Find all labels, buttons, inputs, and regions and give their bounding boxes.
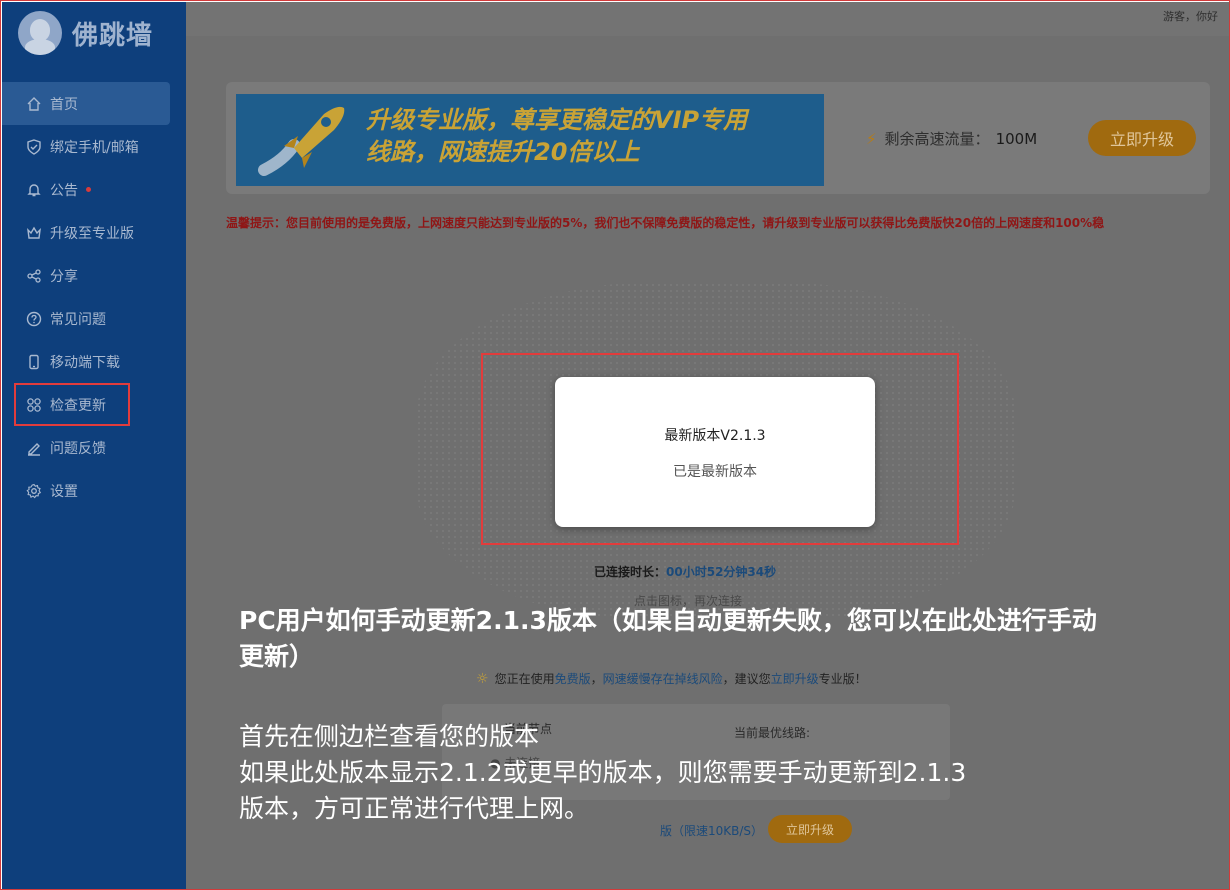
warning-tip: 温馨提示：您目前使用的是免费版，上网速度只能达到专业版的5%，我们也不保障免费版… xyxy=(226,216,1105,230)
sidebar-nav: 首页 绑定手机/邮箱 公告 升级至专业版 分享 常见问题 移动端下载 检查更新 … xyxy=(2,82,186,512)
brand[interactable]: 佛跳墙 xyxy=(18,10,153,56)
sidebar-item-mobile-download[interactable]: 移动端下载 xyxy=(2,340,186,383)
banner-headline: 升级专业版，尊享更稳定的VIP专用 线路，网速提升20倍以上 xyxy=(366,106,748,166)
connection-duration: 已连接时长：00小时52分钟34秒 xyxy=(594,565,777,579)
question-icon xyxy=(26,311,42,327)
sidebar-item-label: 设置 xyxy=(50,483,78,500)
brand-name: 佛跳墙 xyxy=(72,20,154,51)
sidebar-item-feedback[interactable]: 问题反馈 xyxy=(2,426,186,469)
sidebar-item-announcement[interactable]: 公告 xyxy=(2,168,186,211)
gear-icon xyxy=(26,483,42,499)
sidebar-item-label: 升级至专业版 xyxy=(50,225,134,242)
update-dialog[interactable]: 最新版本V2.1.3 已是最新版本 xyxy=(555,377,875,527)
caption-body: 首先在侧边栏查看您的版本 如果此处版本显示2.1.2或更早的版本，则您需要手动更… xyxy=(239,719,1119,827)
pen-icon xyxy=(26,440,42,456)
dialog-status-message: 已是最新版本 xyxy=(673,464,757,480)
monk-avatar-icon xyxy=(18,11,62,55)
sidebar-item-faq[interactable]: 常见问题 xyxy=(2,297,186,340)
sidebar-item-check-update[interactable]: 检查更新 xyxy=(14,383,130,426)
upgrade-button[interactable]: 立即升级 xyxy=(1088,120,1196,156)
lightning-icon: ⚡ xyxy=(866,129,877,148)
user-greeting[interactable]: 游客，你好 xyxy=(1163,8,1218,24)
sidebar-item-label: 检查更新 xyxy=(50,397,106,414)
bell-icon xyxy=(26,182,42,198)
sidebar: 佛跳墙 首页 绑定手机/邮箱 公告 升级至专业版 分享 常见问题 移动端下载 检… xyxy=(2,2,186,889)
sidebar-item-label: 移动端下载 xyxy=(50,354,120,371)
promo-banner[interactable]: 升级专业版，尊享更稳定的VIP专用 线路，网速提升20倍以上 xyxy=(236,94,824,186)
dialog-version-title: 最新版本V2.1.3 xyxy=(664,428,766,444)
sidebar-item-label: 常见问题 xyxy=(50,311,106,328)
phone-icon xyxy=(26,354,42,370)
sidebar-item-label: 绑定手机/邮箱 xyxy=(50,139,139,156)
sidebar-item-settings[interactable]: 设置 xyxy=(2,469,186,512)
sidebar-item-label: 公告 xyxy=(50,182,78,199)
caption-line: 版本，方可正常进行代理上网。 xyxy=(239,794,590,823)
sidebar-item-label: 首页 xyxy=(50,96,78,113)
top-bar: 游客，你好 xyxy=(186,2,1229,36)
traffic-value: 100M xyxy=(995,129,1038,148)
shield-icon xyxy=(26,138,42,155)
caption-line: 首先在侧边栏查看您的版本 xyxy=(239,722,540,751)
share-icon xyxy=(26,268,42,284)
crown-icon xyxy=(26,225,42,241)
sidebar-item-label: 问题反馈 xyxy=(50,440,106,457)
traffic-label: 剩余高速流量： xyxy=(884,130,990,148)
tutorial-caption: PC用户如何手动更新2.1.3版本（如果自动更新失败，您可以在此处进行手动更新）… xyxy=(239,603,1119,827)
screenshot-frame: 佛跳墙 首页 绑定手机/邮箱 公告 升级至专业版 分享 常见问题 移动端下载 检… xyxy=(0,0,1230,890)
upgrade-card: 升级专业版，尊享更稳定的VIP专用 线路，网速提升20倍以上 ⚡ 剩余高速流量：… xyxy=(226,82,1210,194)
remaining-traffic: ⚡ 剩余高速流量： 100M xyxy=(866,128,1037,149)
unread-dot xyxy=(86,187,91,192)
home-icon xyxy=(26,96,42,112)
rocket-icon xyxy=(258,106,345,176)
sidebar-item-bind[interactable]: 绑定手机/邮箱 xyxy=(2,125,186,168)
sidebar-item-label: 分享 xyxy=(50,268,78,285)
grid-icon xyxy=(26,397,42,413)
caption-title: PC用户如何手动更新2.1.3版本（如果自动更新失败，您可以在此处进行手动更新） xyxy=(239,606,1097,671)
sidebar-item-upgrade[interactable]: 升级至专业版 xyxy=(2,211,186,254)
sidebar-item-home[interactable]: 首页 xyxy=(2,82,170,125)
sidebar-item-share[interactable]: 分享 xyxy=(2,254,186,297)
caption-line: 如果此处版本显示2.1.2或更早的版本，则您需要手动更新到2.1.3 xyxy=(239,758,967,787)
